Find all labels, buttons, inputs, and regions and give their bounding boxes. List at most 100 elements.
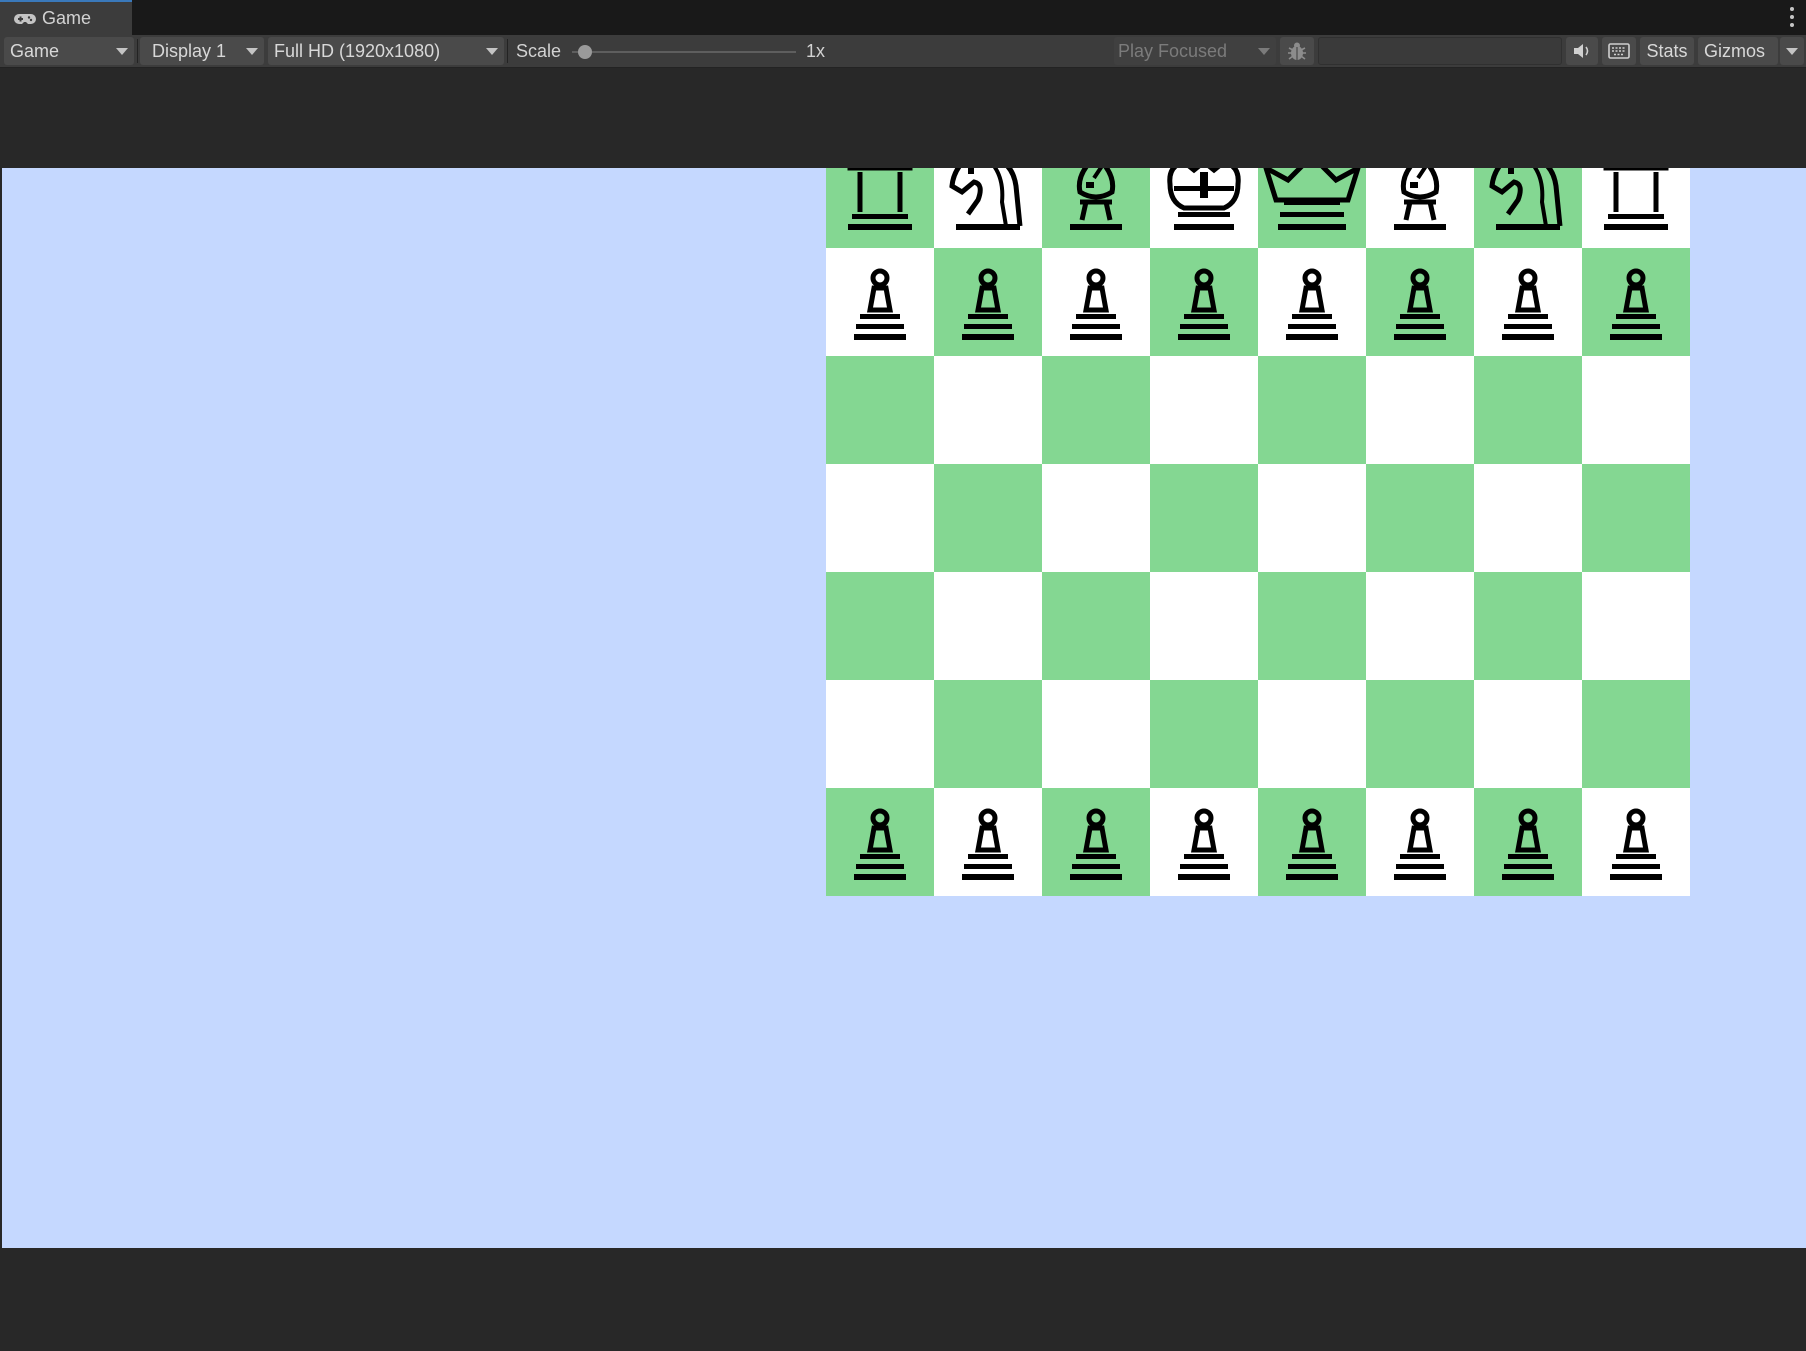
board-square[interactable] [1474,572,1582,680]
board-square-pawn[interactable] [1150,248,1258,356]
board-square[interactable] [934,464,1042,572]
play-mode-dropdown[interactable]: Play Focused [1114,37,1276,65]
mute-audio-button[interactable] [1566,37,1598,65]
search-field[interactable] [1318,37,1562,65]
king-icon [1263,168,1361,230]
board-square[interactable] [934,356,1042,464]
board-square[interactable] [1582,572,1690,680]
display-value: Display 1 [152,41,227,61]
pawn-icon [1610,808,1662,880]
board-square[interactable] [1582,680,1690,788]
board-square[interactable] [1150,356,1258,464]
board-square-pawn[interactable] [1258,788,1366,896]
board-square-pawn[interactable] [1366,788,1474,896]
chevron-down-icon [1258,48,1270,55]
gizmos-button[interactable]: Gizmos [1698,37,1778,65]
pawn-icon [962,808,1014,880]
board-square-bishop[interactable] [1042,168,1150,248]
board-square[interactable] [1258,572,1366,680]
pawn-icon [1502,808,1554,880]
board-square[interactable] [1474,680,1582,788]
board-square[interactable] [1258,464,1366,572]
board-square[interactable] [1150,572,1258,680]
board-square[interactable] [1366,356,1474,464]
board-square[interactable] [1042,464,1150,572]
board-square[interactable] [826,680,934,788]
debug-button[interactable] [1280,37,1314,65]
game-toolbar: Game Display 1 Full HD (1920x1080) Scale… [0,35,1806,68]
gizmos-menu-button[interactable] [1780,37,1804,65]
bishop-icon [1070,168,1122,230]
board-square-pawn[interactable] [1150,788,1258,896]
board-square-knight[interactable] [1474,168,1582,248]
board-square[interactable] [1474,464,1582,572]
board-square-pawn[interactable] [1258,248,1366,356]
tab-game[interactable]: Game [0,0,132,35]
board-square[interactable] [1366,572,1474,680]
board-square-king[interactable] [1258,168,1366,248]
board-square[interactable] [1042,680,1150,788]
board-square[interactable] [1258,356,1366,464]
rook-icon [1603,168,1669,230]
board-square[interactable] [1582,356,1690,464]
board-square[interactable] [1042,572,1150,680]
board-square-pawn[interactable] [826,248,934,356]
board-square[interactable] [1366,464,1474,572]
game-render-area[interactable] [2,168,1806,1248]
chevron-down-icon [246,48,258,55]
knight-icon [949,168,1023,230]
kebab-menu-icon[interactable] [1786,7,1798,27]
board-square-pawn[interactable] [1474,788,1582,896]
board-square-queen[interactable] [1150,168,1258,248]
board-square[interactable] [1150,464,1258,572]
board-square[interactable] [1582,464,1690,572]
keyboard-shortcuts-button[interactable] [1602,37,1636,65]
board-square[interactable] [934,680,1042,788]
pawn-icon [1286,808,1338,880]
display-dropdown[interactable]: Display 1 [140,37,264,65]
board-square-pawn[interactable] [934,788,1042,896]
pawn-icon [854,268,906,340]
board-square-pawn[interactable] [1582,248,1690,356]
board-square-pawn[interactable] [934,248,1042,356]
tab-bar: Game [0,0,1806,35]
board-square[interactable] [1366,680,1474,788]
pawn-icon [1178,808,1230,880]
scale-slider-track[interactable] [572,51,796,53]
board-square-rook[interactable] [1582,168,1690,248]
board-square-pawn[interactable] [1042,248,1150,356]
pawn-icon [962,268,1014,340]
resolution-value: Full HD (1920x1080) [274,41,441,61]
toolbar-divider [137,39,138,63]
board-square-pawn[interactable] [1366,248,1474,356]
board-square[interactable] [826,572,934,680]
board-square-rook[interactable] [826,168,934,248]
stats-button[interactable]: Stats [1640,37,1694,65]
pawn-icon [1610,268,1662,340]
board-square[interactable] [934,572,1042,680]
view-mode-dropdown[interactable]: Game [4,37,134,65]
board-square-bishop[interactable] [1366,168,1474,248]
tab-game-label: Game [42,8,92,28]
view-mode-value: Game [10,41,60,61]
play-mode-value: Play Focused [1118,41,1228,61]
pawn-icon [1070,808,1122,880]
board-square-pawn[interactable] [1582,788,1690,896]
board-square[interactable] [1258,680,1366,788]
resolution-dropdown[interactable]: Full HD (1920x1080) [268,37,504,65]
board-square-pawn[interactable] [1042,788,1150,896]
keyboard-icon [1608,43,1630,59]
pawn-icon [854,808,906,880]
board-square-pawn[interactable] [1474,248,1582,356]
board-square[interactable] [1042,356,1150,464]
gamepad-icon [14,13,36,24]
board-square[interactable] [1474,356,1582,464]
board-square[interactable] [826,356,934,464]
board-square[interactable] [1150,680,1258,788]
scale-label: Scale [516,41,562,61]
scale-slider-handle[interactable] [577,45,592,59]
board-square[interactable] [826,464,934,572]
board-square-pawn[interactable] [826,788,934,896]
board-square-knight[interactable] [934,168,1042,248]
queen-icon [1167,168,1241,230]
